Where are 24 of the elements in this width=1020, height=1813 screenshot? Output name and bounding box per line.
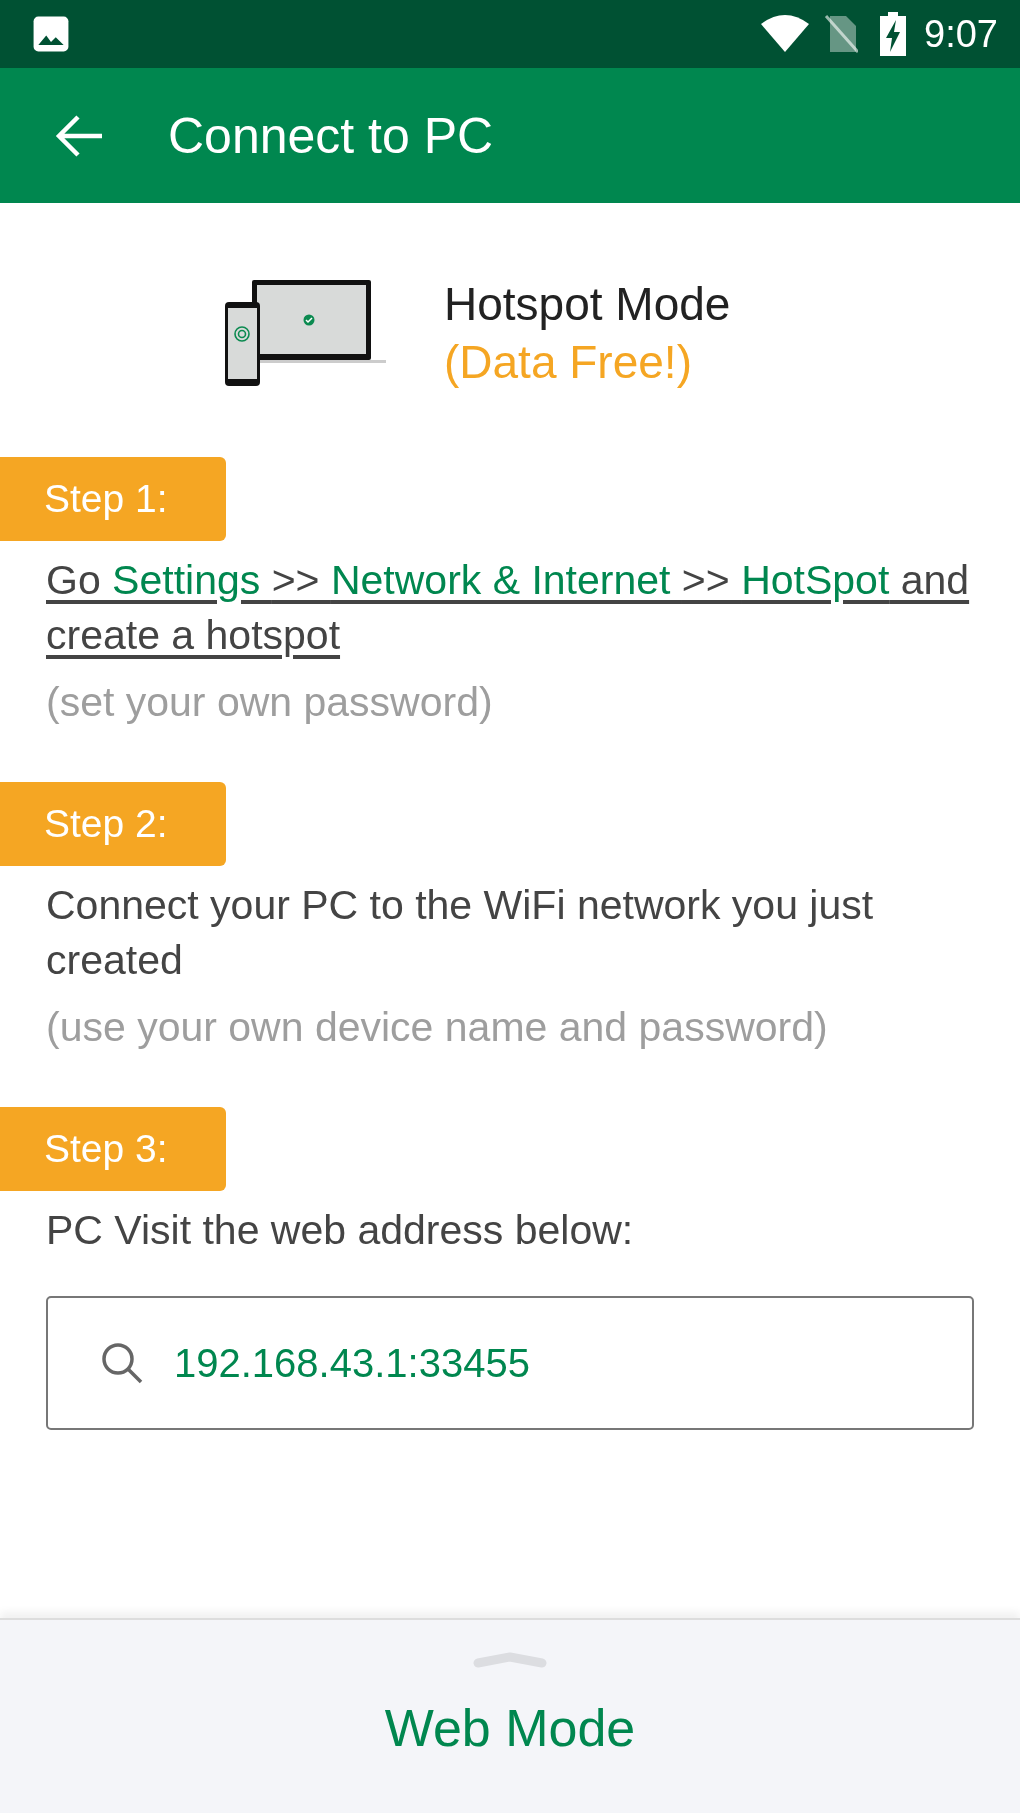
settings-link[interactable]: Network & Internet — [330, 557, 682, 603]
step-hint: (set your own password) — [46, 678, 494, 727]
web-mode-title[interactable]: Web Mode — [384, 1698, 636, 1758]
address-field[interactable]: 192.168.43.1:33455 — [46, 1296, 974, 1430]
back-arrow-icon — [54, 112, 104, 159]
wifi-icon — [760, 14, 811, 54]
search-icon — [100, 1341, 144, 1385]
back-button[interactable] — [54, 112, 104, 159]
no-sim-icon — [824, 14, 859, 54]
step-instruction: Go Settings >> Network & Internet >> HotSpot and create a hotspot — [46, 556, 971, 660]
image-icon — [32, 15, 70, 53]
battery-charging-icon — [880, 12, 907, 56]
step-label: Step 2: — [0, 782, 226, 866]
step-instruction: Connect your PC to the WiFi network you just created — [46, 881, 875, 985]
settings-link[interactable]: HotSpot — [741, 557, 890, 603]
step-label: Step 1: — [0, 457, 226, 541]
settings-link[interactable]: Settings — [112, 557, 272, 603]
step-label: Step 3: — [0, 1107, 226, 1191]
step-hint: (use your own device name and password) — [46, 1003, 829, 1052]
step-instruction: PC Visit the web address below: — [46, 1206, 635, 1255]
clock: 9:07 — [924, 12, 998, 56]
page-title: Connect to PC — [168, 106, 494, 165]
mode-title: Hotspot Mode — [444, 277, 731, 332]
mode-subtitle: (Data Free!) — [444, 335, 693, 390]
